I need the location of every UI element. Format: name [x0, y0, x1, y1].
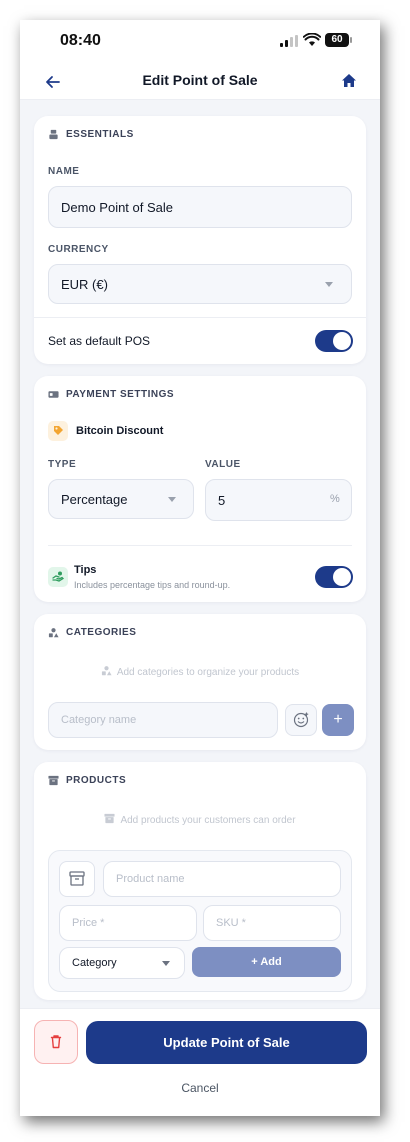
value-value: 5 [218, 492, 226, 508]
essentials-divider [34, 317, 366, 318]
category-select-value: Category [72, 957, 117, 969]
chevron-down-icon [325, 282, 333, 287]
currency-value: EUR (€) [61, 276, 108, 292]
bitcoin-discount-label: Bitcoin Discount [76, 425, 164, 437]
payment-icon [48, 391, 59, 398]
product-image-button[interactable] [59, 861, 95, 897]
name-label: NAME [48, 166, 80, 177]
signal-icon [280, 35, 298, 47]
archive-icon [48, 775, 59, 786]
type-label: TYPE [48, 459, 77, 470]
name-input[interactable]: Demo Point of Sale [48, 186, 352, 228]
essentials-card: ESSENTIALS NAME Demo Point of Sale CURRE… [34, 116, 366, 364]
payment-title: PAYMENT SETTINGS [66, 389, 175, 400]
categories-empty-text: Add categories to organize your products [116, 667, 300, 678]
currency-label: CURRENCY [48, 244, 109, 255]
tips-label: Tips [74, 564, 97, 576]
essentials-title: ESSENTIALS [66, 129, 134, 140]
add-product-button[interactable]: + Add [192, 947, 341, 977]
payment-header: PAYMENT SETTINGS [48, 389, 174, 400]
essentials-header: ESSENTIALS [48, 129, 134, 140]
products-title: PRODUCTS [66, 775, 127, 786]
payment-settings-card: PAYMENT SETTINGS Bitcoin Discount TYPE P… [34, 376, 366, 602]
default-pos-toggle[interactable] [315, 330, 353, 352]
cancel-button[interactable]: Cancel [20, 1081, 380, 1095]
nav-bar: Edit Point of Sale [20, 64, 380, 100]
products-header: PRODUCTS [48, 775, 126, 786]
battery-cap [350, 37, 352, 43]
archive-icon [104, 813, 115, 824]
tag-icon [48, 421, 68, 441]
home-icon[interactable] [338, 71, 360, 91]
shapes-icon [48, 628, 59, 638]
page-title: Edit Point of Sale [142, 72, 258, 88]
update-pos-button[interactable]: Update Point of Sale [86, 1021, 367, 1064]
delete-button[interactable] [34, 1020, 78, 1064]
smiley-icon [293, 712, 309, 728]
currency-select[interactable]: EUR (€) [48, 264, 352, 304]
products-empty-hint: Add products your customers can order [34, 813, 366, 826]
status-time: 08:40 [60, 32, 101, 49]
percent-unit: % [330, 493, 340, 505]
phone-screen: 08:40 60 Edit Point of Sale ESSENTIALS N… [20, 20, 380, 1116]
archive-icon [69, 871, 85, 886]
products-card: PRODUCTS Add products your customers can… [34, 762, 366, 1000]
register-icon [49, 129, 58, 140]
wifi-icon [303, 33, 321, 46]
tips-icon [48, 567, 68, 587]
categories-header: CATEGORIES [48, 627, 136, 638]
product-name-input[interactable]: Product name [103, 861, 341, 897]
add-category-button[interactable]: + [322, 704, 354, 736]
emoji-picker-button[interactable] [285, 704, 317, 736]
chevron-down-icon [168, 497, 176, 502]
sku-input[interactable]: SKU * [203, 905, 341, 941]
payment-divider [48, 545, 352, 546]
default-pos-label: Set as default POS [48, 334, 151, 348]
bottom-action-bar: Update Point of Sale Cancel [20, 1008, 380, 1116]
trash-icon [50, 1035, 62, 1049]
chevron-down-icon [162, 961, 170, 966]
category-name-input[interactable]: Category name [48, 702, 278, 738]
price-input[interactable]: Price * [59, 905, 197, 941]
categories-empty-hint: Add categories to organize your products [34, 665, 366, 678]
tips-description: Includes percentage tips and round-up. [74, 580, 231, 590]
tips-toggle[interactable] [315, 566, 353, 588]
shapes-icon [101, 666, 112, 676]
new-product-form: Product name Price * SKU * Category + Ad… [48, 850, 352, 992]
categories-title: CATEGORIES [66, 627, 137, 638]
status-bar: 08:40 60 [20, 20, 380, 64]
products-empty-text: Add products your customers can order [120, 815, 296, 826]
battery-icon: 60 [325, 33, 349, 47]
categories-card: CATEGORIES Add categories to organize yo… [34, 614, 366, 750]
type-value: Percentage [61, 491, 128, 507]
value-label: VALUE [205, 459, 241, 470]
